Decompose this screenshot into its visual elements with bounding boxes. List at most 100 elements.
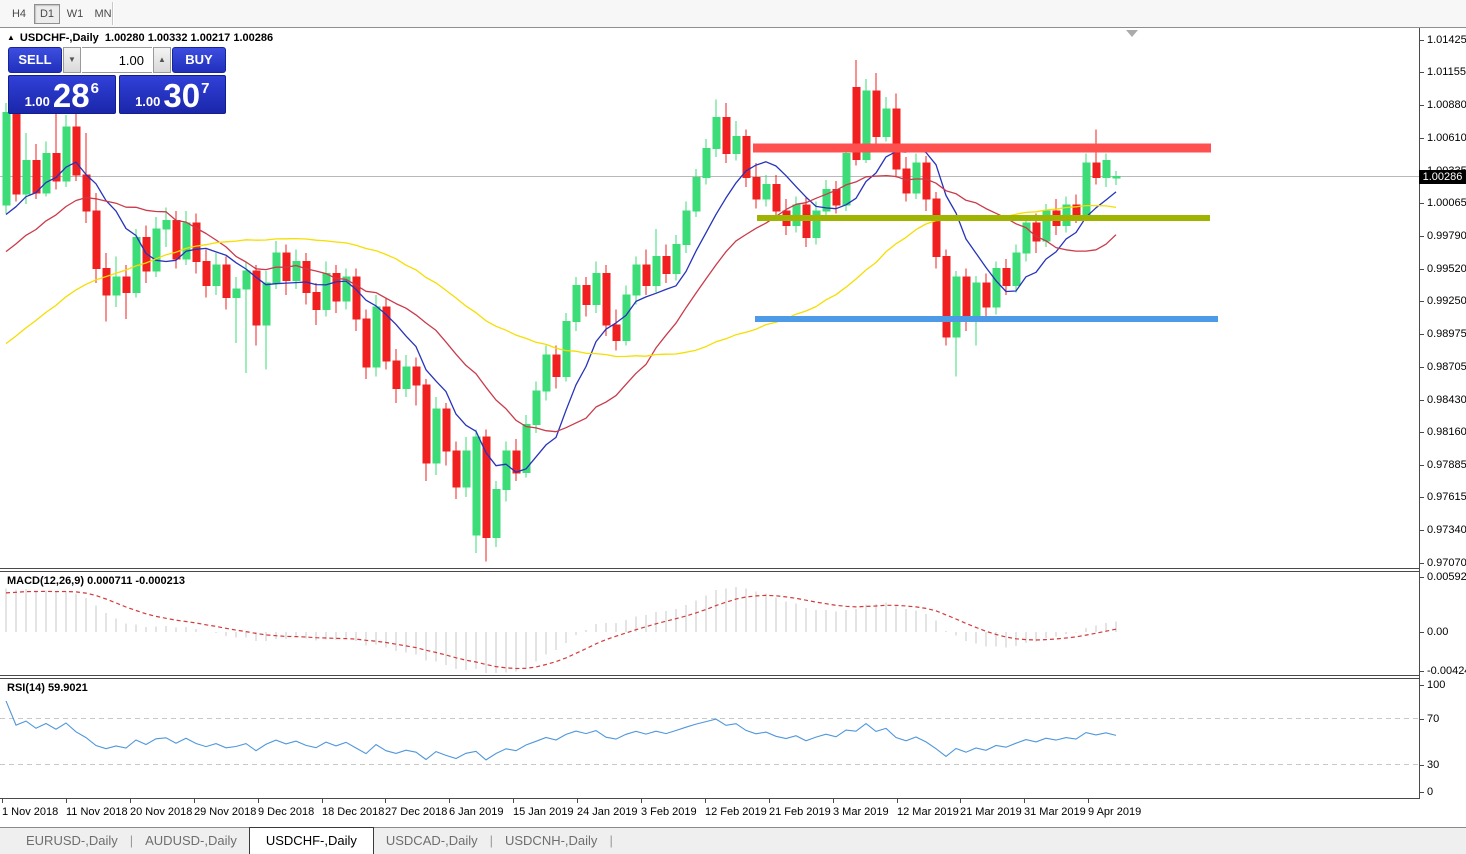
date-label: 21 Feb 2019 xyxy=(769,806,831,818)
price-axis-label: 1.00065 xyxy=(1427,197,1466,209)
date-label: 24 Jan 2019 xyxy=(577,806,638,818)
macd-signal-line xyxy=(6,591,1116,668)
buy-price-sup: 7 xyxy=(201,81,209,96)
date-axis-tick xyxy=(577,799,578,803)
collapse-triangle-icon[interactable]: ▲ xyxy=(7,33,15,42)
tab-usdcnh-daily[interactable]: USDCNH-,Daily xyxy=(493,828,609,854)
rsi-indicator-panel[interactable] xyxy=(0,679,1419,798)
price-axis-tick xyxy=(1419,367,1424,368)
date-label: 15 Jan 2019 xyxy=(513,806,574,818)
price-axis-label: 0.98430 xyxy=(1427,394,1466,406)
price-axis-label: 1.00610 xyxy=(1427,132,1466,144)
price-axis-tick xyxy=(1419,563,1424,564)
rsi-axis-label: 100 xyxy=(1427,679,1445,691)
price-axis-label: 0.99520 xyxy=(1427,263,1466,275)
last-price-tag: 1.00286 xyxy=(1419,170,1466,184)
rsi-label: RSI(14) 59.9021 xyxy=(7,682,88,694)
one-click-trading-panel: SELL ▼ ▲ BUY 1.00 28 6 1.00 30 7 xyxy=(8,47,226,114)
tab-usdchf-daily[interactable]: USDCHF-,Daily xyxy=(249,827,374,854)
support-line xyxy=(755,316,1218,322)
rsi-axis-tick xyxy=(1419,685,1424,686)
date-axis-tick xyxy=(130,799,131,803)
macd-rsi-splitter[interactable] xyxy=(0,675,1419,679)
rsi-axis-label: 30 xyxy=(1427,759,1439,771)
candles-layer xyxy=(3,60,1120,562)
macd-axis-tick xyxy=(1419,671,1424,672)
rsi-axis: 10070300 xyxy=(1419,679,1466,798)
price-axis-label: 0.97340 xyxy=(1427,524,1466,536)
date-axis: 1 Nov 201811 Nov 201820 Nov 201829 Nov 2… xyxy=(0,799,1419,826)
timeframe-d1-button[interactable]: D1 xyxy=(34,4,60,24)
rsi-line xyxy=(6,701,1116,760)
date-label: 21 Mar 2019 xyxy=(960,806,1022,818)
price-axis-tick xyxy=(1419,105,1424,106)
macd-axis-label: 0.00 xyxy=(1427,626,1448,638)
timeframe-h4-button[interactable]: H4 xyxy=(6,4,32,24)
tab-usdcad-daily[interactable]: USDCAD-,Daily xyxy=(374,828,490,854)
price-axis: 1.014251.011551.008801.006101.003351.000… xyxy=(1419,28,1466,568)
date-label: 9 Dec 2018 xyxy=(258,806,314,818)
date-axis-tick xyxy=(960,799,961,803)
chart-symbol-label: USDCHF-,Daily xyxy=(20,32,99,44)
price-axis-tick xyxy=(1419,497,1424,498)
sell-price-big: 28 xyxy=(53,83,90,109)
price-axis-tick xyxy=(1419,301,1424,302)
timeframe-w1-button[interactable]: W1 xyxy=(62,4,88,24)
date-label: 3 Mar 2019 xyxy=(833,806,889,818)
price-axis-label: 0.98160 xyxy=(1427,426,1466,438)
price-axis-tick xyxy=(1419,40,1424,41)
date-label: 31 Mar 2019 xyxy=(1024,806,1086,818)
price-axis-tick xyxy=(1419,236,1424,237)
price-axis-label: 0.98975 xyxy=(1427,328,1466,340)
volume-decrease-button[interactable]: ▼ xyxy=(63,47,81,73)
price-axis-tick xyxy=(1419,432,1424,433)
rsi-axis-tick xyxy=(1419,765,1424,766)
date-axis-tick xyxy=(322,799,323,803)
toolbar-separator xyxy=(112,2,114,25)
date-axis-tick xyxy=(258,799,259,803)
price-axis-tick xyxy=(1419,203,1424,204)
price-axis-label: 0.98705 xyxy=(1427,361,1466,373)
tab-eurusd-daily[interactable]: EURUSD-,Daily xyxy=(14,828,130,854)
buy-price-box[interactable]: 1.00 30 7 xyxy=(119,75,227,114)
price-axis-tick xyxy=(1419,530,1424,531)
date-axis-tick xyxy=(449,799,450,803)
date-axis-tick xyxy=(641,799,642,803)
buy-button[interactable]: BUY xyxy=(172,47,226,73)
macd-axis-label: -0.004241 xyxy=(1427,665,1466,677)
date-axis-tick xyxy=(833,799,834,803)
chart-caption: ▲ USDCHF-,Daily 1.00280 1.00332 1.00217 1… xyxy=(7,32,273,44)
volume-input[interactable] xyxy=(82,47,152,73)
main-macd-splitter[interactable] xyxy=(0,568,1419,572)
date-label: 20 Nov 2018 xyxy=(130,806,192,818)
date-label: 12 Feb 2019 xyxy=(705,806,767,818)
date-axis-tick xyxy=(194,799,195,803)
chart-tabs-bar: EURUSD-,Daily | AUDUSD-,Daily USDCHF-,Da… xyxy=(0,827,1466,854)
date-label: 1 Nov 2018 xyxy=(2,806,58,818)
macd-indicator-panel[interactable] xyxy=(0,572,1419,675)
date-label: 27 Dec 2018 xyxy=(385,806,447,818)
date-axis-tick xyxy=(2,799,3,803)
macd-axis-tick xyxy=(1419,577,1424,578)
date-axis-tick xyxy=(769,799,770,803)
sell-price-box[interactable]: 1.00 28 6 xyxy=(8,75,116,114)
macd-axis-label: 0.005926 xyxy=(1427,571,1466,583)
date-label: 3 Feb 2019 xyxy=(641,806,697,818)
resistance-band xyxy=(753,144,1211,153)
rsi-axis-tick xyxy=(1419,719,1424,720)
sell-price-prefix: 1.00 xyxy=(25,94,50,109)
buy-price-big: 30 xyxy=(163,83,200,109)
tab-audusd-daily[interactable]: AUDUSD-,Daily xyxy=(133,828,249,854)
price-axis-tick xyxy=(1419,400,1424,401)
date-label: 29 Nov 2018 xyxy=(194,806,256,818)
price-axis-tick xyxy=(1419,72,1424,73)
buy-price-prefix: 1.00 xyxy=(135,94,160,109)
date-label: 9 Apr 2019 xyxy=(1088,806,1141,818)
sell-button[interactable]: SELL xyxy=(8,47,62,73)
date-label: 12 Mar 2019 xyxy=(897,806,959,818)
date-axis-tick xyxy=(1088,799,1089,803)
date-axis-tick xyxy=(385,799,386,803)
pivot-line xyxy=(757,215,1210,221)
chart-ohlc-values: 1.00280 1.00332 1.00217 1.00286 xyxy=(105,32,273,44)
volume-increase-button[interactable]: ▲ xyxy=(153,47,171,73)
